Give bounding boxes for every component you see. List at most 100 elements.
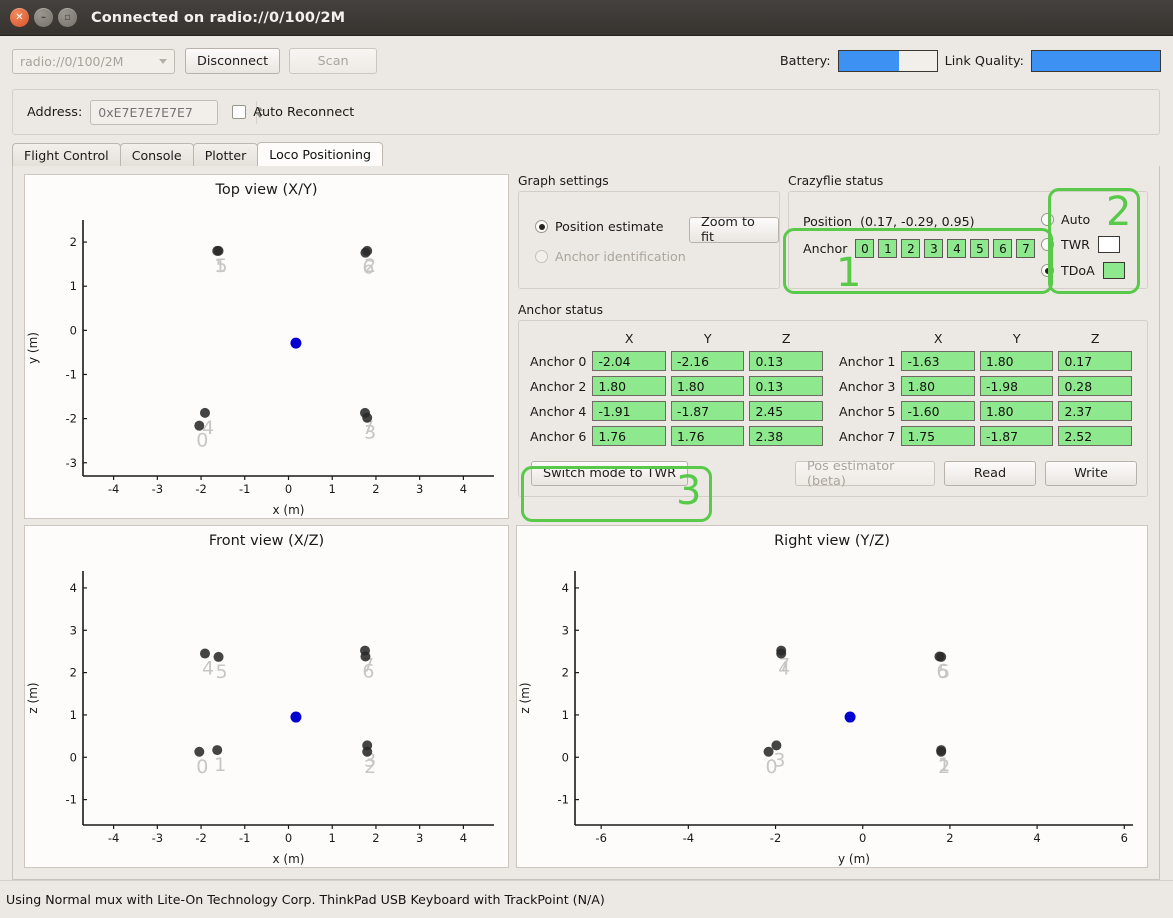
y-tick-label: 3	[562, 623, 569, 637]
switch-mode-button[interactable]: Switch mode to TWR	[531, 461, 689, 486]
tab-loco-positioning[interactable]: Loco Positioning	[257, 142, 383, 166]
anchor-marker	[362, 740, 373, 751]
x-tick-label: -4	[108, 831, 119, 845]
anchor-marker	[213, 245, 224, 256]
anchor-value-field[interactable]: -1.63	[901, 351, 975, 371]
x-tick-label: 1	[329, 482, 336, 496]
write-button[interactable]: Write	[1045, 461, 1137, 486]
y-tick-label: -1	[558, 793, 569, 807]
anchor-value-field[interactable]: 0.13	[749, 376, 823, 396]
x-tick-label: 3	[416, 482, 423, 496]
crazyflie-status-title: Crazyflie status	[788, 174, 884, 188]
right-view-canvas: -6 -4 -2 0 2 4 6-101234y (m)z (m)0 1234 567	[518, 571, 1133, 866]
y-tick-label: 2	[70, 235, 77, 249]
anchor-value-field[interactable]: 2.45	[749, 401, 823, 421]
anchor-value-field[interactable]: 0.17	[1058, 351, 1132, 371]
radio-position-estimate-icon[interactable]	[535, 220, 548, 233]
zoom-to-fit-button[interactable]: Zoom to fit	[689, 215, 779, 245]
anchor-value-field[interactable]: 1.80	[592, 376, 666, 396]
disconnect-button[interactable]: Disconnect	[185, 48, 281, 74]
address-field[interactable]	[90, 99, 264, 125]
position-label: Position	[803, 214, 853, 229]
anchor-value-field[interactable]: -1.87	[670, 401, 745, 421]
x-tick-label: 0	[859, 831, 866, 845]
anchor-value-field[interactable]: 0.13	[749, 351, 823, 371]
tab-plotter[interactable]: Plotter	[192, 143, 259, 166]
anchor-value-field[interactable]: 1.80	[670, 376, 745, 396]
x-tick-label: -3	[152, 482, 163, 496]
position-marker	[844, 711, 856, 723]
anchor-value-field[interactable]: 2.38	[749, 426, 823, 446]
radio-mode-twr-icon[interactable]	[1041, 238, 1054, 251]
anchor-value-field[interactable]: 1.75	[901, 426, 975, 446]
annotation-label-1: 1	[836, 250, 862, 296]
anchor-row-label: Anchor 5	[839, 403, 896, 419]
battery-link-area: Battery: Link Quality:	[780, 50, 1161, 72]
graph-settings-body: Position estimate Anchor identification …	[518, 191, 780, 289]
anchor-marker	[360, 247, 371, 258]
top-view-plot[interactable]: Top view (X/Y) -4 -3 -2 -1 0 1 2 3 4 -3 -2 -1 0 1 2 x (…	[24, 174, 509, 519]
title-bar: ✕ – ▫ Connected on radio://0/100/2M	[0, 0, 1173, 36]
y-tick-label: -1	[66, 793, 77, 807]
x-tick-label: -2	[195, 831, 206, 845]
y-axis-label: y (m)	[26, 332, 40, 364]
main-tabbar: Flight Control Console Plotter Loco Posi…	[12, 142, 1160, 167]
uri-combobox[interactable]: radio://0/100/2M	[12, 48, 175, 74]
anchor-chip-6: 6	[993, 239, 1013, 258]
x-tick-label: -1	[239, 482, 250, 496]
read-button[interactable]: Read	[944, 461, 1036, 486]
radio-mode-tdoa-icon[interactable]	[1041, 264, 1054, 277]
y-axis-label: z (m)	[518, 682, 532, 713]
radio-mode-auto-icon[interactable]	[1041, 213, 1054, 226]
anchor-action-buttons: Pos estimator (beta) Read Write	[795, 459, 1137, 489]
x-tick-label: 4	[460, 482, 467, 496]
anchor-status-title: Anchor status	[518, 303, 604, 317]
x-tick-label: 4	[1033, 831, 1040, 845]
battery-fill	[838, 51, 900, 71]
anchor-marker	[360, 407, 371, 418]
anchor-value-field[interactable]: -1.87	[979, 426, 1054, 446]
anchor-value-field[interactable]: -2.16	[670, 351, 745, 371]
right-view-plot[interactable]: Right view (Y/Z) -6 -4 -2 0 2 4 6 -1 0 1 2 3 4 y (m) z…	[516, 525, 1148, 868]
connection-toolbar: radio://0/100/2M Disconnect Scan Battery…	[0, 36, 1173, 86]
radio-position-estimate[interactable]: Position estimate	[535, 219, 663, 234]
y-tick-label: 4	[562, 581, 569, 595]
scan-button: Scan	[289, 48, 378, 74]
application-window: ✕ – ▫ Connected on radio://0/100/2M radi…	[0, 0, 1173, 918]
position-marker	[290, 711, 302, 723]
maximize-icon[interactable]: ▫	[58, 8, 77, 27]
anchor-value-field[interactable]: -1.91	[592, 401, 666, 421]
anchor-value-field[interactable]: -1.60	[901, 401, 975, 421]
anchor-value-field[interactable]: 1.76	[670, 426, 745, 446]
anchor-value-field[interactable]: 1.76	[592, 426, 666, 446]
anchor-id-label: 6	[936, 661, 948, 683]
radio-mode-twr[interactable]: TWR	[1041, 236, 1137, 253]
anchor-value-field[interactable]: 1.80	[901, 376, 975, 396]
front-view-plot[interactable]: Front view (X/Z) -4 -3 -2 -1 0 1 2 3 4 -1 0 1 2 3 4 x (…	[24, 525, 509, 868]
radio-anchor-identification-icon	[535, 250, 548, 263]
anchor-value-field[interactable]: -2.04	[592, 351, 666, 371]
anchor-value-field[interactable]: 2.37	[1058, 401, 1132, 421]
anchor-value-field[interactable]: 1.80	[979, 351, 1054, 371]
x-tick-label: 2	[372, 831, 379, 845]
close-icon[interactable]: ✕	[10, 8, 29, 27]
anchor-value-field[interactable]: 0.28	[1058, 376, 1132, 396]
anchor-value-field[interactable]: 1.80	[979, 401, 1054, 421]
anchor-value-field[interactable]: -1.98	[979, 376, 1054, 396]
window-controls: ✕ – ▫	[10, 8, 77, 27]
radio-mode-auto-label: Auto	[1061, 212, 1091, 227]
radio-mode-tdoa[interactable]: TDoA	[1041, 262, 1137, 279]
y-tick-label: -1	[66, 367, 77, 381]
minimize-icon[interactable]: –	[34, 8, 53, 27]
graph-settings-group: Graph settings Position estimate Anchor …	[518, 174, 780, 289]
auto-reconnect-checkbox[interactable]	[232, 105, 247, 119]
x-tick-label: 1	[329, 831, 336, 845]
anchor-status-body: X Y Z X Y Z Anchor 0 -2.04 -2.16 0.13 Anchor 1 -1.6…	[518, 320, 1148, 497]
tab-flight-control[interactable]: Flight Control	[12, 143, 121, 166]
anchor-value-field[interactable]: 2.52	[1058, 426, 1132, 446]
anchor-row-label: Anchor 6	[530, 428, 587, 444]
anchor-id-label: 6	[362, 257, 374, 279]
tab-console[interactable]: Console	[119, 143, 194, 166]
x-tick-label: 3	[416, 831, 423, 845]
